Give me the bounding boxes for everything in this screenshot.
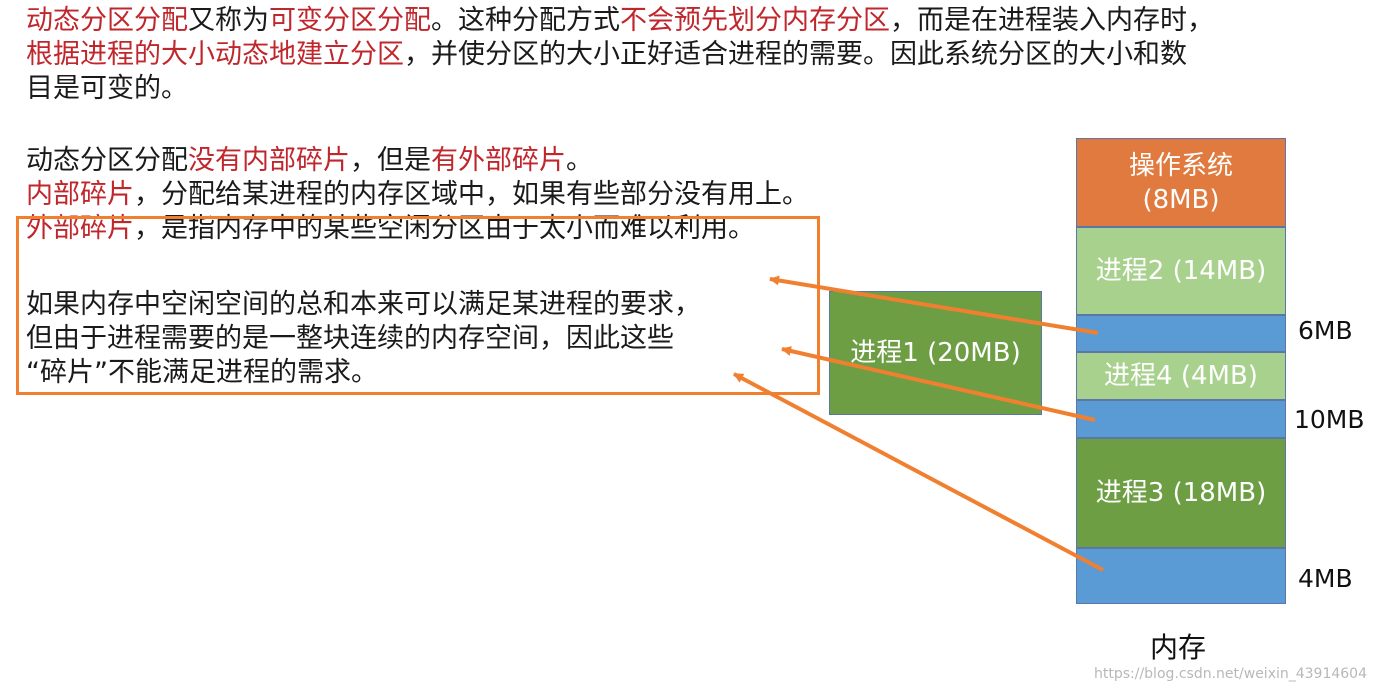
arrow-from-4mb (733, 372, 1104, 572)
watermark-text: https://blog.csdn.net/weixin_43914604 (1093, 666, 1367, 682)
arrow-from-6mb (769, 275, 1099, 335)
fragment-arrows (733, 275, 1104, 572)
arrow-from-10mb (781, 346, 1096, 422)
